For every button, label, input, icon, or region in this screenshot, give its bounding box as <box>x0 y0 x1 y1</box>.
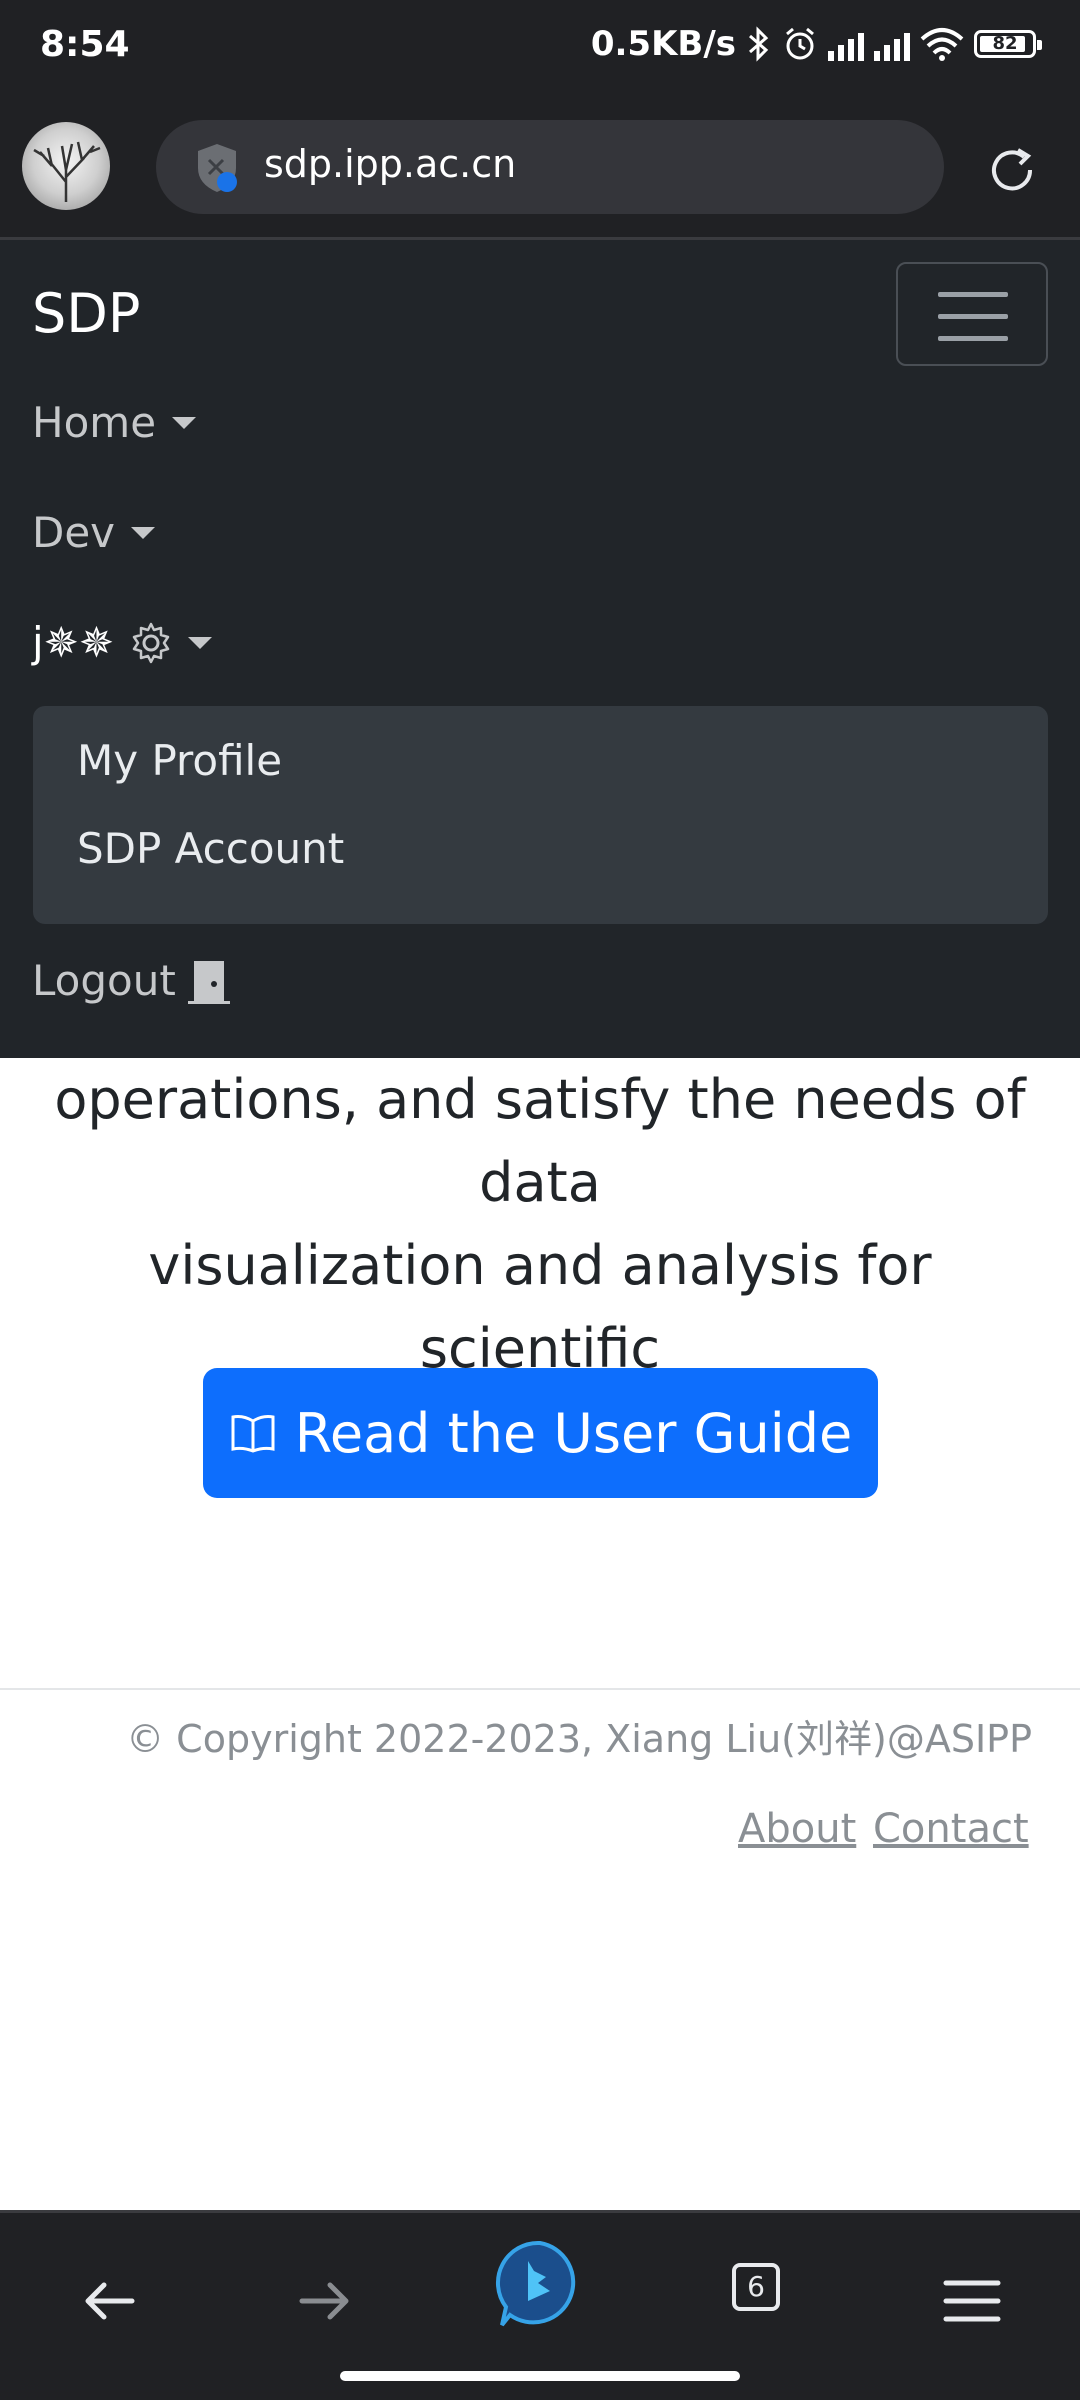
browser-toolbar: sdp.ipp.ac.cn <box>0 100 1080 240</box>
intro-line: operations, and satisfy the needs of dat… <box>54 1068 1026 1214</box>
network-speed: 0.5KB/s <box>590 24 736 64</box>
footer-link-about[interactable]: About <box>738 1806 856 1852</box>
bing-chat-icon[interactable] <box>494 2237 586 2329</box>
caret-down-icon <box>188 636 213 649</box>
reload-icon[interactable] <box>984 142 1040 198</box>
signal-icon-2 <box>874 27 910 61</box>
navbar-brand[interactable]: SDP <box>32 282 140 345</box>
intro-line: visualization and analysis for scientifi… <box>148 1234 932 1380</box>
footer-divider <box>0 1688 1080 1690</box>
site-navbar: SDP Home Dev j✵✵ My Profile SDP Account … <box>0 240 1080 1058</box>
address-bar[interactable]: sdp.ipp.ac.cn <box>156 120 944 214</box>
caret-down-icon <box>131 526 156 539</box>
logout-link[interactable]: Logout <box>32 956 230 1005</box>
guide-button-label: Read the User Guide <box>294 1401 853 1465</box>
door-icon <box>187 960 230 1004</box>
nav-item-dev[interactable]: Dev <box>32 508 156 557</box>
status-icons: 0.5KB/s 82 <box>590 24 1042 64</box>
dropdown-item-my-profile[interactable]: My Profile <box>77 736 282 785</box>
alarm-icon <box>786 27 814 60</box>
wifi-icon <box>920 28 964 61</box>
tree-icon <box>33 141 101 202</box>
copyright-text: © Copyright 2022-2023, Xiang Liu(刘祥)@ASI… <box>126 1717 1032 1761</box>
logout-label: Logout <box>32 956 176 1005</box>
read-user-guide-button[interactable]: Read the User Guide <box>203 1368 878 1498</box>
menu-icon[interactable] <box>932 2261 1012 2341</box>
gear-icon <box>132 622 170 663</box>
caret-down-icon <box>172 416 197 429</box>
battery-level: 82 <box>992 33 1018 54</box>
navbar-toggler-button[interactable] <box>896 262 1048 366</box>
nav-item-label: Dev <box>32 508 116 557</box>
dropdown-item-sdp-account[interactable]: SDP Account <box>77 824 344 873</box>
tab-count: 6 <box>747 2270 765 2303</box>
bluetooth-icon <box>749 26 769 62</box>
signal-icon <box>828 27 864 61</box>
forward-arrow-icon[interactable] <box>284 2261 364 2341</box>
back-arrow-icon[interactable] <box>70 2261 150 2341</box>
nav-item-label: Home <box>32 398 157 447</box>
footer-link-contact[interactable]: Contact <box>873 1806 1029 1852</box>
profile-avatar[interactable] <box>22 122 110 210</box>
nav-item-user[interactable]: j✵✵ <box>32 618 213 667</box>
shield-icon[interactable] <box>194 142 240 194</box>
book-icon <box>231 1415 275 1453</box>
nav-item-home[interactable]: Home <box>32 398 197 447</box>
user-name: j✵✵ <box>32 618 115 667</box>
tab-count-button[interactable]: 6 <box>732 2263 780 2311</box>
battery-icon: 82 <box>974 30 1042 58</box>
user-dropdown-menu: My Profile SDP Account <box>33 706 1048 924</box>
url-text[interactable]: sdp.ipp.ac.cn <box>264 142 516 186</box>
status-bar: 8:54 0.5KB/s 82 <box>0 0 1080 100</box>
status-time: 8:54 <box>40 24 130 65</box>
home-indicator[interactable] <box>340 2371 740 2381</box>
